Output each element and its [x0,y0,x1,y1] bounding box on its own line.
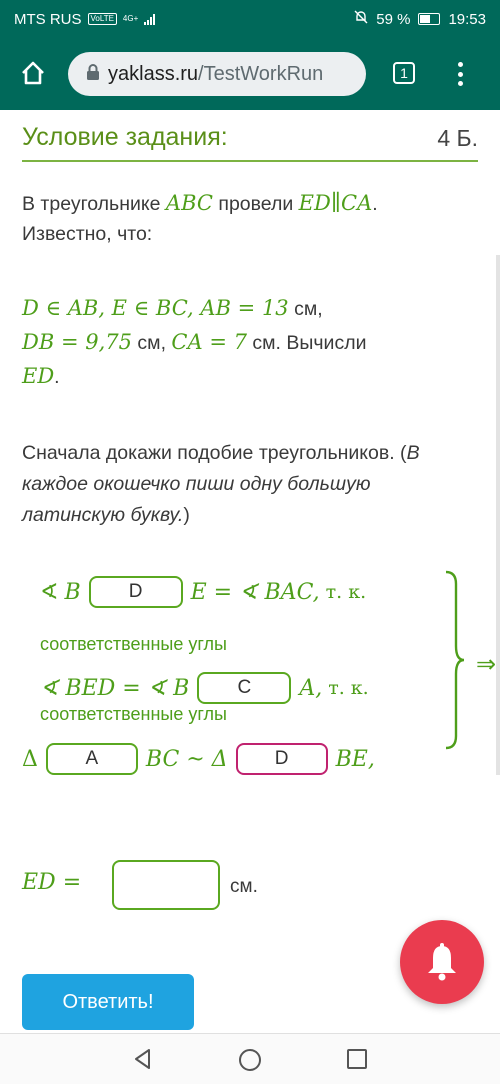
math-text: BE, [335,746,375,772]
task-statement: В треугольнике ABC провели ED∥CA. Извест… [22,188,478,249]
math-given-4: ED [22,364,55,388]
because-text: т. к. [328,677,369,699]
math-text: E = ∢ BAC, [190,579,320,605]
math-ca: CA [341,191,373,215]
battery-percent: 59 % [376,10,411,28]
lock-icon [86,63,100,86]
signal-icon [144,13,156,25]
math-text: A, [299,675,323,701]
instruction: Сначала докажи подобие треугольников. (В… [22,438,478,531]
url-path: /TestWorkRun [198,62,324,85]
system-nav-bar [0,1033,500,1084]
angle-row-2: ∢ BED = ∢ B C A, т. к. [40,672,369,704]
math-given-2: DB = 9,75 [22,330,132,354]
reason-caption-1: соответственные углы [40,634,227,654]
unit-text: см. Вычисли [252,332,367,354]
scrollbar[interactable] [496,255,500,775]
recents-icon[interactable] [346,1048,368,1075]
given-data: D ∈ AB, E ∈ BC, AB = 13 см, DB = 9,75 см… [22,292,478,394]
unit-text: . [54,366,60,388]
battery-icon [418,13,441,25]
task-points: 4 Б. [437,125,478,151]
browser-toolbar: yaklass.ru/TestWorkRun 1 [0,38,500,110]
implies-icon: ⇒ [476,651,497,678]
unit-text: см, [294,298,323,320]
parallel-symbol: ∥ [330,191,342,216]
bell-icon [428,943,456,981]
ed-answer-input[interactable] [112,860,220,910]
math-given-3: CA = 7 [171,330,247,354]
notification-bell-button[interactable] [400,920,484,1004]
answer-box-4[interactable]: D [235,743,328,775]
statement-text: Известно, что: [22,223,153,245]
answer-box-3[interactable]: A [45,743,138,775]
instruction-italic: каждое окошечко пиши одну большую [22,473,371,495]
math-text: B [64,579,81,605]
statement-text: провели [218,193,294,215]
url-text: yaklass.ru/TestWorkRun [108,63,323,86]
ed-unit: см. [230,876,258,897]
home-button[interactable] [14,54,52,92]
answer-box-1[interactable]: D [88,576,183,608]
angle-row-1: ∢ B D E = ∢ BAC, т. к. [40,576,366,608]
brace-icon [445,570,465,750]
math-text: ∢ BED = ∢ B [40,675,190,701]
home-nav-icon[interactable] [238,1048,262,1077]
similarity-row: Δ A BC ~ Δ D BE, [22,743,375,775]
math-text: BC ~ Δ [145,746,228,772]
url-domain: yaklass.ru [108,62,199,85]
instruction-italic: В [406,442,420,464]
more-menu-icon[interactable] [452,60,468,88]
statement-text: В треугольнике [22,193,161,215]
math-ed: ED [298,191,331,215]
angle-symbol: ∢ [40,579,59,605]
tabs-button[interactable]: 1 [393,62,415,84]
carrier-name: MTS RUS [14,10,82,28]
math-given-1: D ∈ AB, E ∈ BC, AB = 13 [22,296,289,320]
unit-text: см, [137,332,166,354]
task-title: Условие задания: [22,123,228,151]
because-text: т. к. [325,581,367,603]
task-header: Условие задания: 4 Б. [22,112,478,162]
network-type: 4G+ [122,14,139,23]
instruction-text: ) [183,504,190,526]
home-icon [22,61,44,85]
status-bar: MTS RUS VoLTE 4G+ 59 % 19:53 [0,0,500,38]
clock: 19:53 [448,10,486,28]
ed-label: ED = [22,870,82,895]
mute-icon [354,10,368,28]
volte-icon: VoLTE [87,13,117,25]
math-abc: ABC [165,191,213,215]
triangle-symbol: Δ [22,746,38,772]
statement-text: . [372,193,378,215]
address-bar[interactable]: yaklass.ru/TestWorkRun [68,52,366,96]
reason-caption-2: соответственные углы [40,704,227,724]
instruction-text: Сначала докажи подобие треугольников. ( [22,442,407,464]
answer-box-2[interactable]: C [197,672,292,704]
back-icon[interactable] [132,1048,154,1075]
instruction-italic: латинскую букву. [22,504,184,526]
ed-label-row: ED = [22,870,81,895]
submit-button[interactable]: Ответить! [22,974,194,1030]
